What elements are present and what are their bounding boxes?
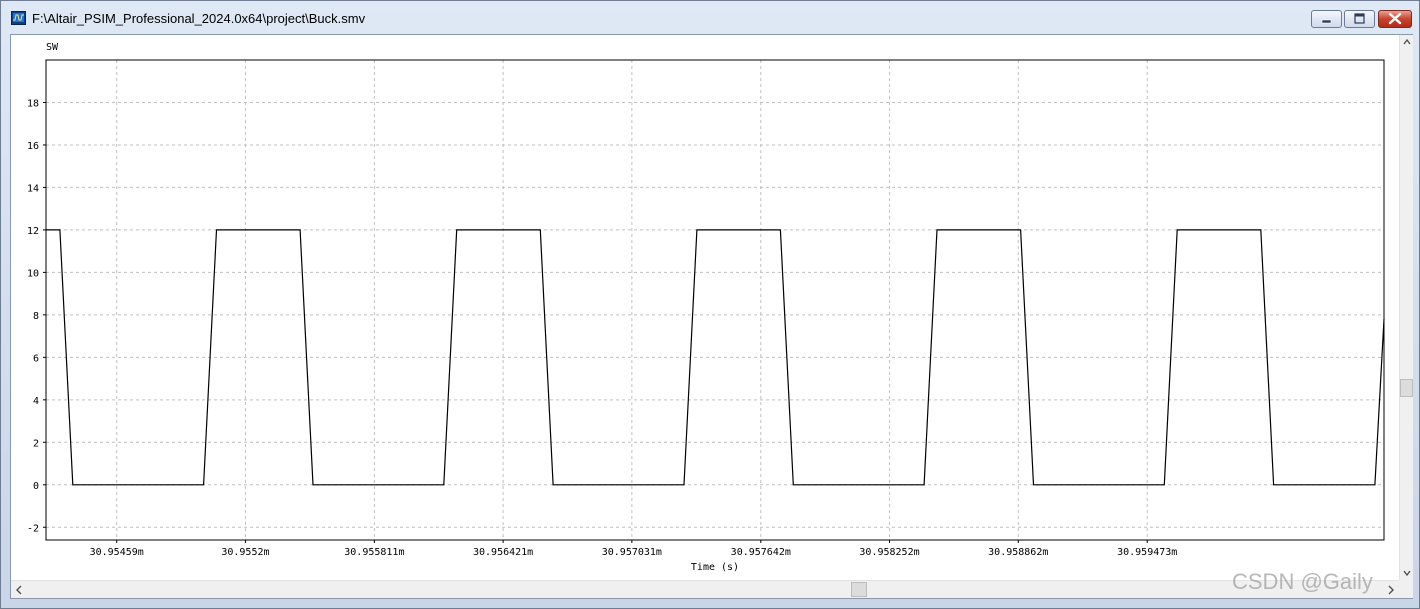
y-tick-label: 4 [33,396,39,407]
waveform-chart[interactable]: -2024681012141618 30.95459m 30.9552m 30.95… [11,35,1399,580]
maximize-button[interactable] [1344,10,1375,28]
y-axis: -2 0 2 4 6 8 10 12 14 16 18 [27,98,46,534]
x-tick-label: 30.95459m [90,547,144,558]
x-tick-label: 30.956421m [473,547,533,558]
minimize-button[interactable] [1311,10,1342,28]
psim-waveform-icon[interactable] [11,11,26,25]
window-title: F:\Altair_PSIM_Professional_2024.0x64\pr… [32,11,366,26]
y-tick-label: 12 [27,226,39,237]
horizontal-scrollbar[interactable] [11,580,1399,598]
x-tick-label: 30.955811m [344,547,404,558]
x-tick-label: 30.957031m [602,547,662,558]
x-axis-label: Time (s) [691,562,739,573]
scroll-left-icon[interactable] [11,582,27,598]
x-tick-label: 30.957642m [731,547,791,558]
scroll-right-icon[interactable] [1383,582,1399,598]
x-tick-label: 30.958252m [859,547,919,558]
x-tick-label: 30.9552m [221,547,269,558]
y-tick-label: 0 [33,481,39,492]
horizontal-scroll-thumb[interactable] [851,582,867,597]
watermark-text: CSDN @Gaily [1232,569,1373,594]
series-label-sw: SW [46,42,59,53]
x-tick-label: 30.959473m [1117,547,1177,558]
waveform-window: F:\Altair_PSIM_Professional_2024.0x64\pr… [0,0,1420,609]
y-tick-label: 14 [27,183,39,194]
y-tick-label: -2 [27,523,39,534]
minimize-icon [1321,19,1332,24]
vertical-scroll-thumb[interactable] [1400,379,1413,397]
plot-area[interactable]: -2 0 2 4 6 8 10 12 14 16 18 30.95459m 30.9552m 30.95… [10,34,1413,599]
scroll-up-icon[interactable] [1400,35,1414,49]
close-icon [1388,12,1402,25]
grid-lines [46,60,1384,540]
vertical-scrollbar[interactable] [1399,35,1413,580]
y-tick-label: 18 [27,98,39,109]
plot-frame [45,59,1385,541]
x-axis: 30.95459m 30.9552m 30.955811m 30.956421m 30.… [90,540,1177,558]
y-tick-label: 8 [33,311,39,322]
y-tick-label: 10 [27,268,39,279]
maximize-icon [1354,13,1365,24]
close-button[interactable] [1378,10,1412,28]
x-tick-label: 30.958862m [988,547,1048,558]
size-grip[interactable] [1399,580,1413,598]
title-bar[interactable]: F:\Altair_PSIM_Professional_2024.0x64\pr… [1,1,1419,35]
y-tick-label: 16 [27,141,39,152]
scroll-down-icon[interactable] [1400,566,1414,580]
y-tick-label: 6 [33,353,39,364]
y-tick-label: 2 [33,438,39,449]
